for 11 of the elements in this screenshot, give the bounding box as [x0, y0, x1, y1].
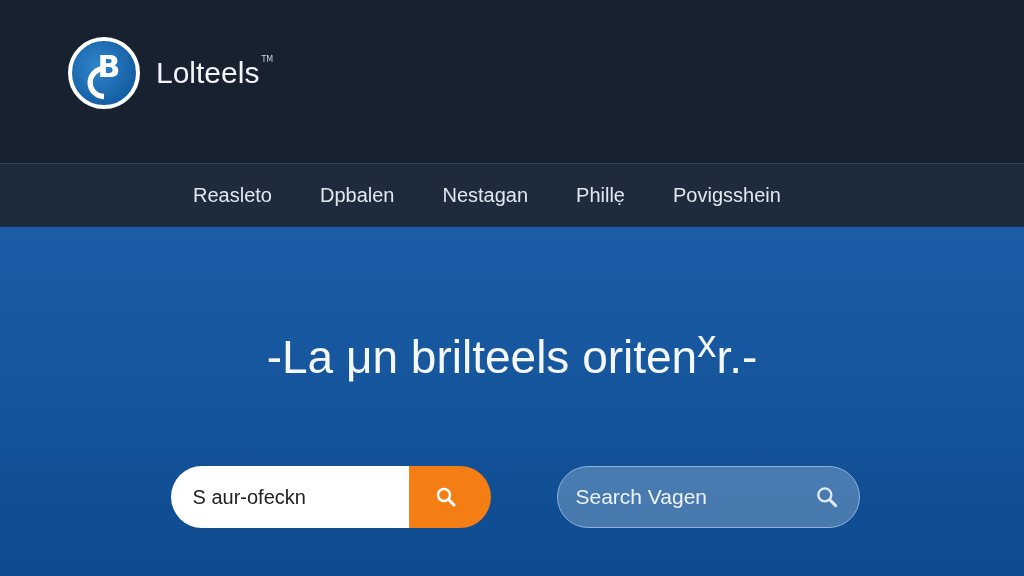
search-button[interactable]: [408, 466, 491, 529]
nav-link[interactable]: Povigsshein: [673, 184, 781, 207]
nav-link[interactable]: Dpbalen: [319, 184, 395, 207]
trademark-mark: TM: [261, 54, 274, 64]
nav-link[interactable]: Nestagan: [442, 184, 529, 207]
hero-headline: -La μn brilteels oriten$^{x}$r.-: [266, 322, 758, 385]
search-field[interactable]: S aur-ofeckn: [170, 466, 409, 529]
search-field[interactable]: Search Vagen: [556, 466, 860, 529]
brand-name: Lolteels: [156, 55, 260, 90]
nav-link[interactable]: Reasleto: [193, 184, 272, 207]
nav-link[interactable]: Phillẹ: [576, 184, 625, 207]
